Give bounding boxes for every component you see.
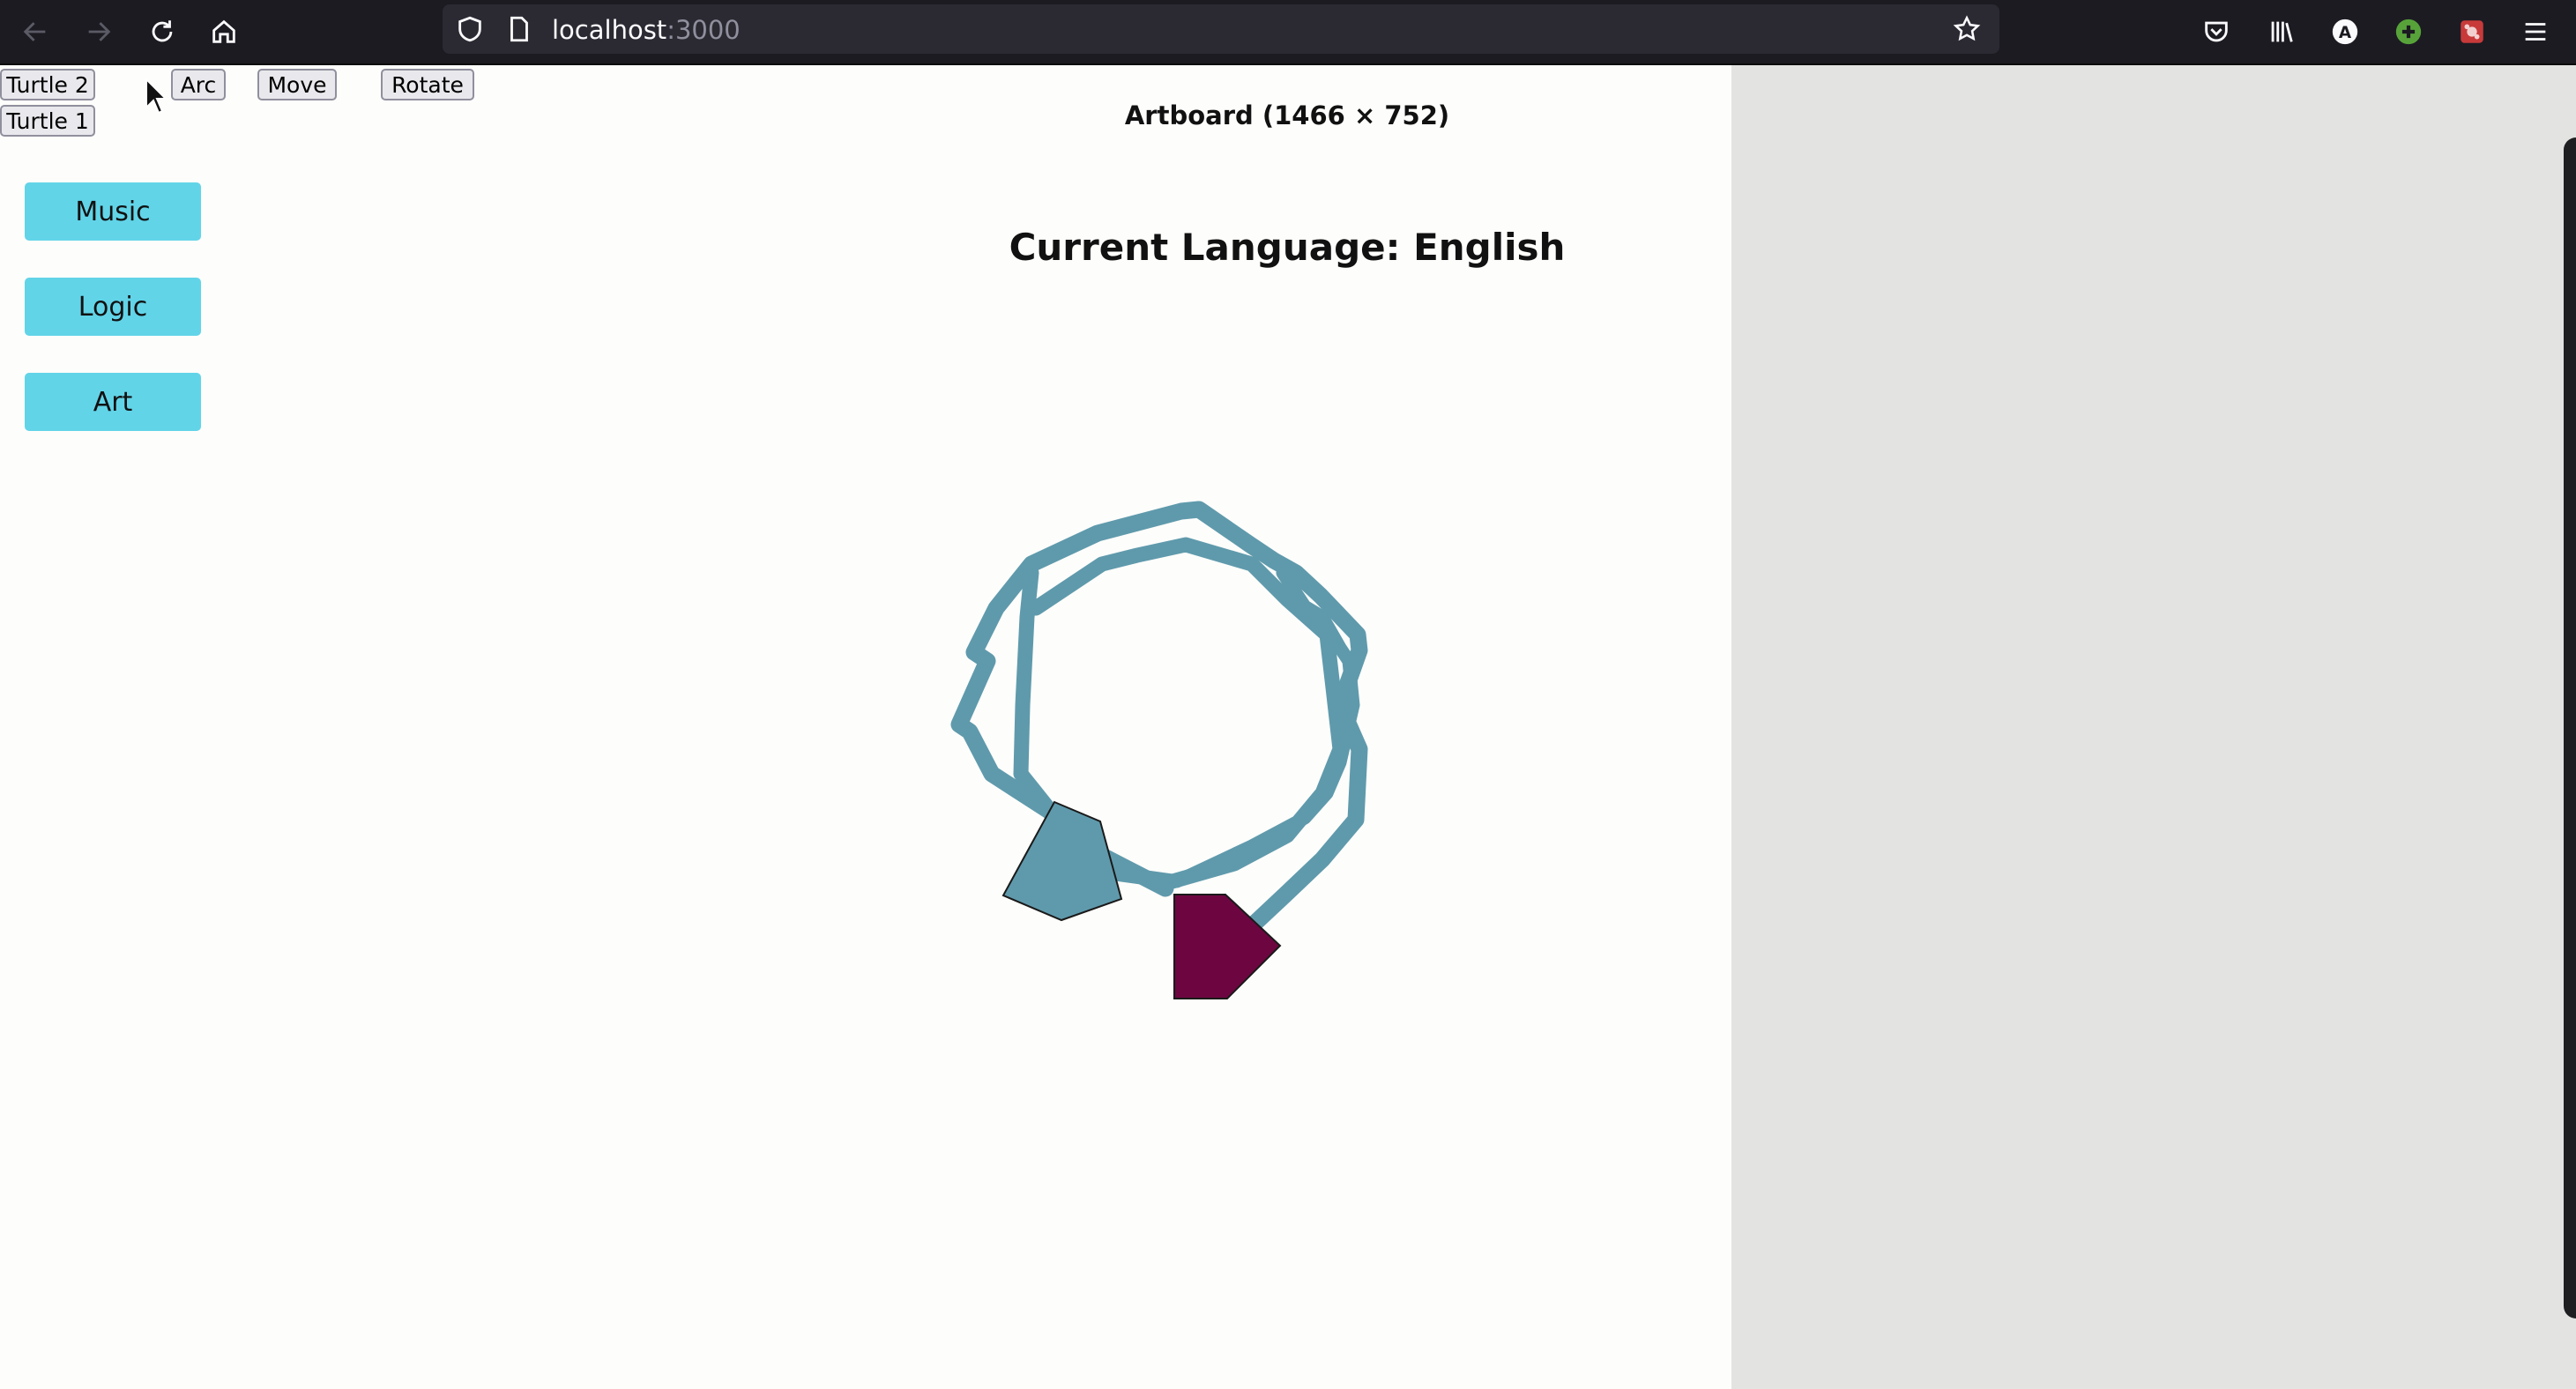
artboard-title: Artboard (1466 × 752): [1124, 100, 1450, 130]
hamburger-menu-icon[interactable]: [2514, 11, 2557, 53]
home-icon[interactable]: [203, 11, 245, 53]
url-text[interactable]: localhost:3000: [552, 15, 741, 45]
move-button[interactable]: Move: [257, 69, 337, 100]
url-bar[interactable]: localhost:3000: [443, 4, 1999, 54]
side-panel-edge: [2564, 137, 2576, 1318]
browser-toolbar: localhost:3000 A: [0, 0, 2576, 65]
extension-puzzle-icon[interactable]: [2451, 11, 2493, 53]
turtle-2-button[interactable]: Turtle 2: [0, 69, 95, 100]
svg-text:A: A: [2339, 24, 2352, 42]
forward-arrow-icon[interactable]: [78, 11, 120, 53]
mouse-pointer-icon: [145, 78, 168, 115]
art-category-button[interactable]: Art: [25, 373, 201, 431]
side-panel: [1731, 65, 2576, 1389]
account-icon[interactable]: A: [2324, 11, 2366, 53]
arc-button[interactable]: Arc: [171, 69, 226, 100]
reload-icon[interactable]: [141, 11, 183, 53]
language-heading: Current Language: English: [1009, 226, 1566, 269]
pocket-icon[interactable]: [2195, 11, 2237, 53]
library-icon[interactable]: [2260, 11, 2303, 53]
extension-add-icon[interactable]: [2387, 11, 2430, 53]
logic-category-button[interactable]: Logic: [25, 278, 201, 336]
shield-icon[interactable]: [455, 14, 485, 44]
turtle-1-button[interactable]: Turtle 1: [0, 105, 95, 137]
url-port: :3000: [666, 15, 741, 45]
bookmark-star-icon[interactable]: [1952, 14, 1982, 44]
music-category-button[interactable]: Music: [25, 182, 201, 241]
back-arrow-icon[interactable]: [14, 11, 56, 53]
url-host: localhost: [552, 15, 667, 45]
rotate-button[interactable]: Rotate: [381, 69, 474, 100]
page-icon[interactable]: [504, 14, 534, 44]
